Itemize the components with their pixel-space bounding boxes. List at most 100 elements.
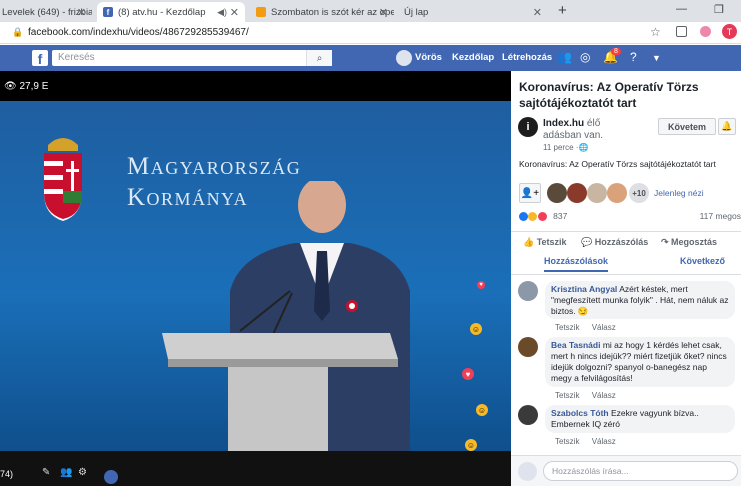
comment-bubble: Bea Tasnádi mi az hogy 1 kérdés lehet cs… xyxy=(545,337,735,387)
comment-actions: Tetszik Válasz xyxy=(555,391,626,400)
comment-reply-link[interactable]: Válasz xyxy=(592,391,616,400)
avatar[interactable] xyxy=(518,337,538,357)
comment-like-link[interactable]: Tetszik xyxy=(555,391,579,400)
avatar[interactable] xyxy=(567,183,587,203)
tab-label: Szombaton is szót kér az operatí xyxy=(271,6,394,18)
help-icon[interactable]: ? xyxy=(630,50,637,64)
close-icon[interactable]: ✕ xyxy=(379,6,388,19)
follow-button[interactable]: Követem xyxy=(658,118,716,135)
browser-tab-bar: Levelek (649) - frizbiadi ✕ f (8) atv.hu… xyxy=(0,0,741,22)
profile-link[interactable]: Vörös xyxy=(415,52,442,63)
comment-like-link[interactable]: Tetszik xyxy=(555,323,579,332)
comment-reply-link[interactable]: Válasz xyxy=(592,437,616,446)
tab-label: Új lap xyxy=(404,6,429,18)
facebook-header: f Keresés ⌕ Vörös Kezdőlap Létrehozás 👥 … xyxy=(0,45,741,71)
extension-icon[interactable] xyxy=(700,26,711,37)
page-avatar[interactable]: i xyxy=(518,117,538,137)
video-controls: 74) ✎ 👥 ⚙ xyxy=(0,451,511,486)
extension-icon[interactable] xyxy=(676,26,687,37)
haha-reaction-icon: ☺ xyxy=(465,439,477,451)
love-reaction-icon: ♥ xyxy=(462,368,474,380)
comment-input[interactable]: Hozzászólás írása... xyxy=(543,461,738,481)
video-side-panel: Koronavírus: Az Operatív Törzs sajtótájé… xyxy=(511,71,741,486)
video-frame: Magyarország Kormánya ☺ ♥ ☺ ☺ ♥ xyxy=(0,101,511,454)
tab-atv[interactable]: f (8) atv.hu - Kezdőlap ◀) ✕ xyxy=(97,2,245,22)
atv-favicon-icon xyxy=(256,7,266,17)
comment-author[interactable]: Szabolcs Tóth xyxy=(551,408,609,418)
comment-author[interactable]: Bea Tasnádi xyxy=(551,340,600,350)
page-name-link[interactable]: Index.hu xyxy=(543,118,584,129)
live-viewer-count: 👁 27,9 E xyxy=(0,79,53,94)
maximize-icon[interactable]: ❐ xyxy=(714,3,724,16)
share-count[interactable]: 117 megos xyxy=(700,211,741,221)
more-viewers-badge[interactable]: +10 xyxy=(629,183,649,203)
tab-next[interactable]: Következő xyxy=(680,256,725,266)
avatar[interactable] xyxy=(587,183,607,203)
facebook-logo-icon[interactable]: f xyxy=(32,50,48,66)
friends-icon[interactable]: 👥 xyxy=(557,50,572,64)
comment-bubble: Krisztina Angyal Azért késtek, mert "meg… xyxy=(545,281,735,319)
avatar[interactable] xyxy=(607,183,627,203)
new-tab-button[interactable]: + xyxy=(558,2,567,19)
tab-levelek[interactable]: Levelek (649) - frizbiadi ✕ xyxy=(0,2,92,22)
lock-icon[interactable]: 🔒 xyxy=(12,27,23,38)
current-viewers: 👤+ +10 Jelenleg nézi xyxy=(519,181,741,205)
comment-actions: Tetszik Válasz xyxy=(555,437,626,446)
messenger-icon[interactable]: ◎ xyxy=(580,50,590,64)
facebook-favicon-icon: f xyxy=(103,7,113,17)
edit-icon[interactable]: ✎ xyxy=(42,467,50,478)
like-button[interactable]: 👍 Tetszik xyxy=(523,237,567,248)
globe-icon: ·🌐 xyxy=(575,143,589,152)
bookmark-star-icon[interactable]: ☆ xyxy=(650,25,661,39)
haha-reaction-icon xyxy=(528,212,538,222)
home-link[interactable]: Kezdőlap xyxy=(452,52,494,63)
avatar[interactable] xyxy=(518,281,538,301)
tab-szombaton[interactable]: Szombaton is szót kér az operatí ✕ xyxy=(250,2,394,22)
comment-author[interactable]: Krisztina Angyal xyxy=(551,284,617,294)
reaction-count: 837 xyxy=(553,211,568,221)
reaction-summary[interactable]: 837 117 megos xyxy=(519,211,741,222)
comment-composer: Hozzászólás írása... xyxy=(511,455,741,486)
avatar[interactable] xyxy=(396,50,412,66)
video-title: Koronavírus: Az Operatív Törzs sajtótájé… xyxy=(519,80,699,110)
now-watching-label: Jelenleg nézi xyxy=(654,188,704,198)
invite-friend-icon[interactable]: 👤+ xyxy=(519,183,541,203)
create-link[interactable]: Létrehozás xyxy=(502,52,552,63)
url-field[interactable]: facebook.com/indexhu/videos/486729285539… xyxy=(28,27,249,38)
close-icon[interactable]: ✕ xyxy=(77,6,86,19)
search-input[interactable]: Keresés ⌕ xyxy=(52,50,332,66)
comment-reply-link[interactable]: Válasz xyxy=(592,323,616,332)
search-placeholder: Keresés xyxy=(58,52,95,63)
page-info: Index.hu élő adásban van. xyxy=(543,118,638,142)
post-meta: 11 perce ·🌐 xyxy=(543,143,588,152)
coat-of-arms-icon xyxy=(44,138,82,221)
post-actions: 👍 Tetszik 💬 Hozzászólás ↷ Megosztás xyxy=(511,231,741,253)
avatar[interactable] xyxy=(547,183,567,203)
tab-uj-lap[interactable]: Új lap ✕ xyxy=(398,2,548,22)
share-button[interactable]: ↷ Megosztás xyxy=(661,237,717,248)
haha-reaction-icon: ☺ xyxy=(470,323,482,335)
people-icon[interactable]: 👥 xyxy=(60,467,72,478)
globe-icon[interactable] xyxy=(104,470,118,484)
timestamp[interactable]: 11 perce xyxy=(543,143,574,152)
profile-avatar[interactable]: T xyxy=(722,24,737,39)
bell-icon[interactable]: 🔔 xyxy=(718,118,736,135)
like-reaction-icon xyxy=(519,212,528,222)
search-icon[interactable]: ⌕ xyxy=(306,50,332,66)
chevron-down-icon[interactable]: ▼ xyxy=(652,53,661,63)
video-player[interactable]: Magyarország Kormánya ☺ ♥ ☺ ☺ ♥ 👁 27,9 E xyxy=(0,71,511,486)
avatar[interactable] xyxy=(518,405,538,425)
video-description: Koronavírus: Az Operatív Törzs sajtótájé… xyxy=(519,159,716,169)
close-icon[interactable]: ✕ xyxy=(533,6,542,19)
tab-comments[interactable]: Hozzászólások xyxy=(544,256,609,272)
eye-icon: 👁 xyxy=(4,81,17,92)
address-bar: 🔒 facebook.com/indexhu/videos/4867292855… xyxy=(0,22,741,44)
comment-button[interactable]: 💬 Hozzászólás xyxy=(581,237,648,248)
comment-like-link[interactable]: Tetszik xyxy=(555,437,579,446)
close-icon[interactable]: ✕ xyxy=(230,6,239,19)
comment-placeholder: Hozzászólás írása... xyxy=(552,466,629,476)
notification-badge: 8 xyxy=(611,48,621,55)
gear-icon[interactable]: ⚙ xyxy=(78,467,87,478)
speaker-icon[interactable]: ◀) xyxy=(217,7,227,18)
minimize-icon[interactable]: — xyxy=(676,3,687,15)
